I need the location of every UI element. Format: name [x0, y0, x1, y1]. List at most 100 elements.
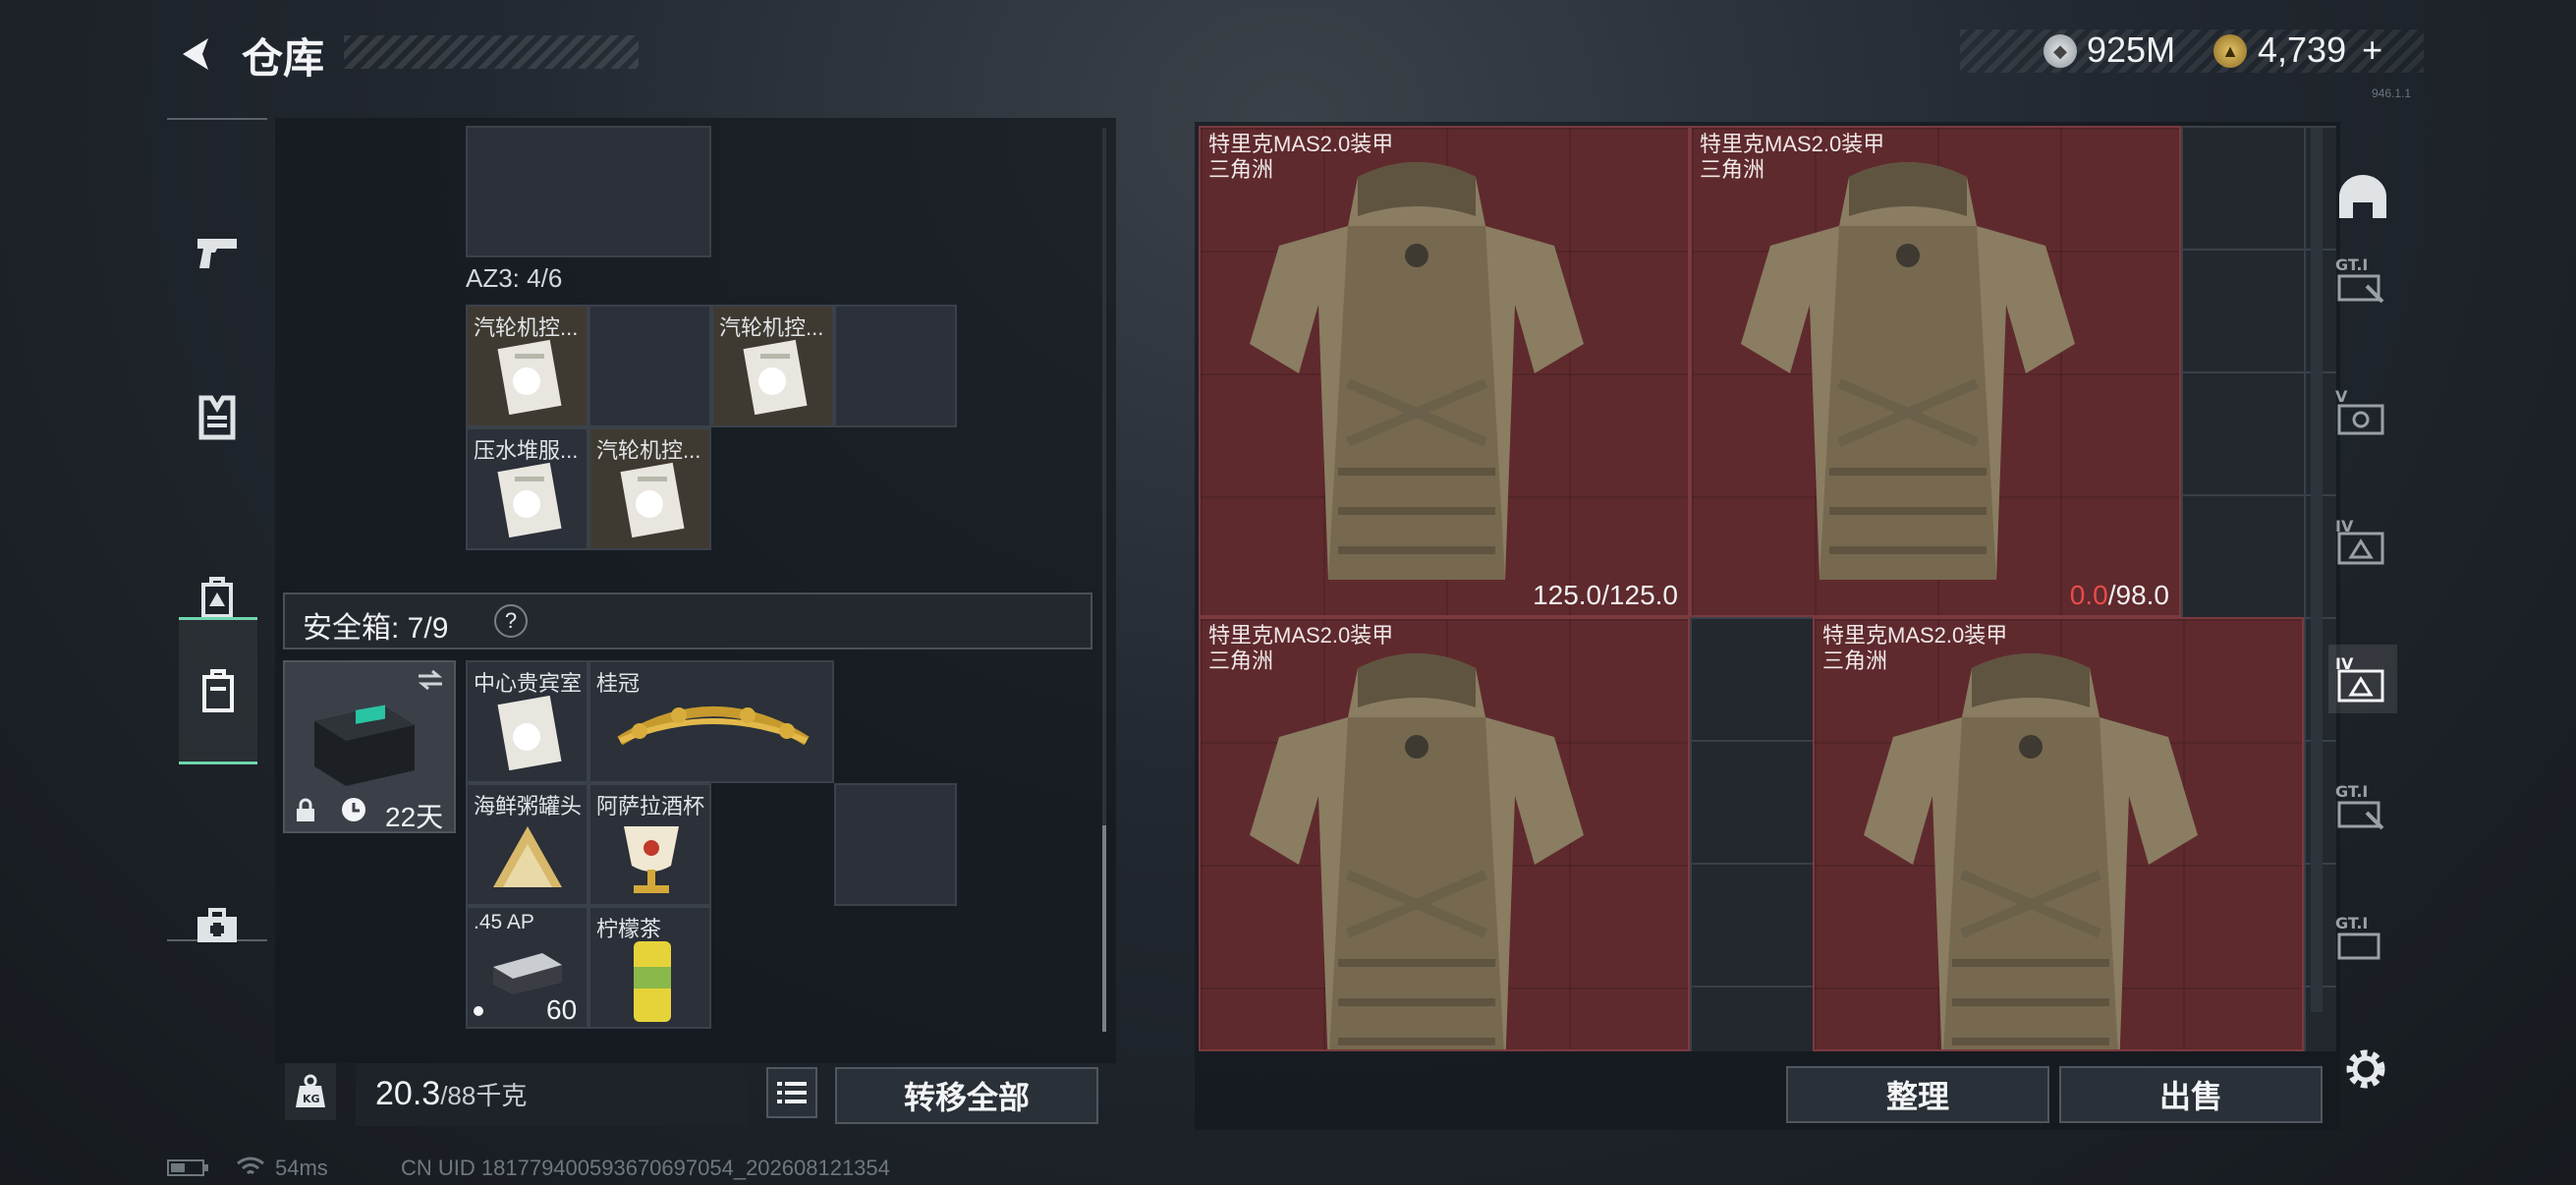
gti-icon: GT.I	[2335, 782, 2384, 830]
vest-icon	[198, 395, 236, 440]
gold-currency-value: 4,739	[2258, 29, 2347, 70]
swap-icon[interactable]	[417, 670, 444, 690]
document-icon	[497, 339, 562, 416]
svg-text:KG: KG	[303, 1093, 320, 1105]
item-seafood-porridge[interactable]: 海鲜粥罐头	[466, 783, 588, 906]
item-vip-room-key[interactable]: 中心贵宾室	[466, 660, 588, 783]
page-title: 仓库	[242, 35, 325, 82]
body-armor-icon	[1250, 162, 1584, 580]
title-decoration	[344, 35, 639, 69]
gear-icon	[2346, 1049, 2385, 1089]
svg-text:GT.I: GT.I	[2335, 914, 2368, 932]
gti-icon: GT.I	[2335, 255, 2384, 304]
sell-button[interactable]: 出售	[2059, 1066, 2323, 1123]
stash-armor-item[interactable]: 特里克MAS2.0装甲 三角洲	[1199, 617, 1690, 1051]
nav-weapons[interactable]	[167, 179, 267, 326]
stash-armor-item[interactable]: 特里克MAS2.0装甲 三角洲 125.0/125.0	[1199, 126, 1690, 617]
filter-grade-iv[interactable]: IV	[2328, 507, 2397, 576]
iv-grade-active-icon: IV	[2335, 654, 2384, 703]
document-icon	[620, 462, 685, 538]
backpack-icon	[201, 577, 233, 618]
pistol-icon	[197, 239, 237, 268]
back-arrow-icon	[183, 38, 208, 70]
list-icon	[777, 1082, 807, 1103]
laurel-crown-icon	[617, 706, 810, 746]
case-icon	[202, 669, 234, 712]
body-armor-icon	[1250, 653, 1584, 1049]
inventory-slot-empty[interactable]	[834, 305, 957, 427]
svg-text:GT.I: GT.I	[2335, 782, 2368, 801]
left-category-nav	[167, 118, 267, 942]
silver-currency-value: 925M	[2087, 29, 2176, 70]
inventory-slot-empty[interactable]	[588, 305, 711, 427]
back-button[interactable]	[167, 29, 226, 79]
item-turbine-control-2[interactable]: 汽轮机控...	[711, 305, 834, 427]
transfer-all-button[interactable]: 转移全部	[835, 1067, 1098, 1124]
help-button[interactable]: ?	[494, 604, 528, 638]
inventory-slot-empty[interactable]	[834, 783, 957, 906]
item-turbine-control-3[interactable]: 汽轮机控...	[588, 427, 711, 550]
stash-armor-item[interactable]: 特里克MAS2.0装甲 三角洲 0.0/98.0	[1690, 126, 2181, 617]
item-name: .45 AP	[474, 912, 534, 933]
uid-text: CN UID 18177940059367069705​4_2026081213…	[401, 1156, 890, 1180]
filter-gti-2[interactable]: GT.I	[2328, 772, 2397, 841]
body-armor-icon	[1741, 162, 2075, 580]
filter-grade-v[interactable]: V	[2328, 377, 2397, 446]
backpack-scroll-thumb[interactable]	[1102, 825, 1106, 1032]
canned-food-icon	[493, 826, 562, 887]
settings-button[interactable]	[2336, 1040, 2395, 1099]
helmet-icon	[2339, 175, 2386, 218]
battery-icon	[167, 1159, 208, 1176]
sort-button[interactable]: 整理	[1786, 1066, 2049, 1123]
document-icon	[497, 462, 562, 538]
status-icons	[167, 1156, 265, 1183]
nav-medkit[interactable]	[167, 853, 267, 1000]
document-icon	[743, 339, 808, 416]
drink-can-icon	[634, 941, 671, 1022]
nav-vest[interactable]	[167, 344, 267, 491]
list-view-button[interactable]	[766, 1067, 817, 1118]
weight-max: /88千克	[440, 1081, 528, 1110]
durability-text: 125.0/125.0	[1533, 580, 1678, 610]
az3-container-label: AZ3: 4/6	[466, 263, 563, 293]
lock-icon	[297, 798, 314, 821]
item-turbine-control-1[interactable]: 汽轮机控...	[466, 305, 588, 427]
wifi-icon	[237, 1157, 265, 1175]
durability-text: 0.0/98.0	[2069, 580, 2169, 610]
weight-current: 20.3	[375, 1075, 441, 1112]
filter-grade-iv-armor[interactable]: IV	[2328, 645, 2397, 713]
medkit-icon	[197, 908, 237, 942]
gold-currency-row[interactable]: 4,739 +	[2258, 29, 2382, 71]
safebox-days-remaining: 22天	[385, 802, 444, 832]
stash-armor-item[interactable]: 特里克MAS2.0装甲 三角洲	[1813, 617, 2304, 1051]
safebox-capacity-label: 安全箱: 7/9	[303, 612, 449, 645]
item-lemon-tea[interactable]: 柠檬茶	[588, 906, 711, 1029]
ping-text: 54ms	[275, 1156, 328, 1180]
ammo-dot-icon	[474, 1006, 483, 1016]
secure-case-icon	[314, 705, 415, 786]
inventory-slot-empty[interactable]	[466, 126, 711, 257]
svg-text:GT.I: GT.I	[2335, 255, 2368, 274]
item-asala-goblet[interactable]: 阿萨拉酒杯	[588, 783, 711, 906]
ammo-box-icon	[493, 953, 562, 994]
clock-icon	[342, 798, 365, 821]
gti-icon: GT.I	[2335, 914, 2380, 960]
version-text: 946.1.1	[2372, 86, 2412, 100]
item-name: 海鲜粥罐头	[474, 794, 583, 818]
goblet-icon	[624, 826, 679, 893]
filter-helmet[interactable]	[2328, 163, 2397, 232]
svg-text:V: V	[2335, 387, 2348, 406]
v-grade-icon: V	[2335, 387, 2384, 435]
weight-icon: KG	[285, 1063, 336, 1120]
stash-scrollbar[interactable]	[2311, 128, 2323, 1012]
add-currency-button[interactable]: +	[2362, 29, 2382, 70]
nav-safebox[interactable]	[179, 617, 257, 764]
filter-gti-3[interactable]: GT.I	[2328, 904, 2397, 973]
ammo-count: 60	[546, 994, 578, 1025]
iv-grade-icon: IV	[2335, 517, 2384, 565]
item-pwr-service[interactable]: 压水堆服...	[466, 427, 588, 550]
filter-gti[interactable]: GT.I	[2328, 246, 2397, 314]
weight-readout: 20.3/88千克	[375, 1075, 527, 1113]
keycard-icon	[497, 695, 562, 771]
item-laurel-crown[interactable]: 桂冠	[588, 660, 834, 783]
